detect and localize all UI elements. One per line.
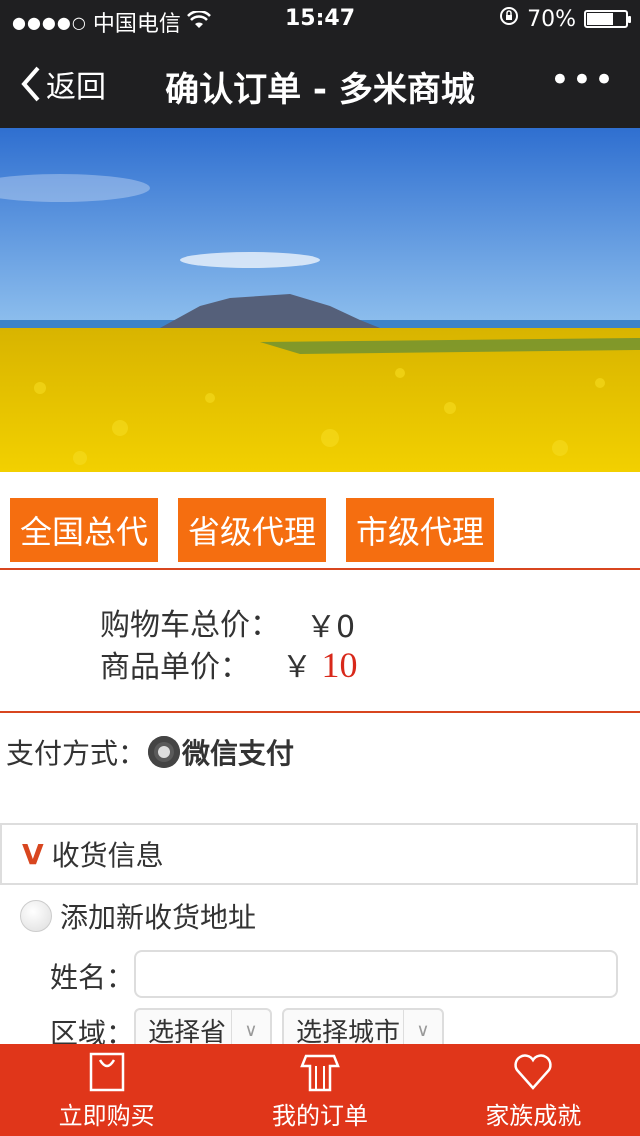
- province-select-label: 选择省: [148, 1017, 227, 1048]
- tab-family[interactable]: 家族成就: [427, 1044, 640, 1136]
- unit-price-label: 商品单价：: [100, 650, 250, 685]
- city-select-label: 选择城市: [296, 1017, 401, 1048]
- chevron-down-icon: V: [22, 837, 44, 871]
- banner-image: [0, 128, 640, 472]
- city-agent-button[interactable]: 市级代理: [346, 498, 494, 562]
- wechat-pay-radio[interactable]: [148, 736, 180, 768]
- agent-level-buttons: 全国总代 省级代理 市级代理: [10, 498, 494, 562]
- unit-price-row: 商品单价： ￥ 10: [100, 642, 358, 686]
- shipping-section-title: 收货信息: [51, 839, 164, 872]
- tab-my-orders-label: 我的订单: [271, 1101, 368, 1130]
- nav-bar: 返回 确认订单 - 多米商城 •••: [0, 40, 640, 128]
- cart-total-value: ￥0: [306, 610, 356, 645]
- cart-total-label: 购物车总价：: [100, 608, 280, 643]
- shirt-icon: [300, 1054, 340, 1091]
- page-title: 确认订单 - 多米商城: [165, 70, 475, 110]
- national-agent-button[interactable]: 全国总代: [10, 498, 158, 562]
- tab-family-label: 家族成就: [485, 1101, 582, 1130]
- tab-my-orders[interactable]: 我的订单: [213, 1044, 426, 1136]
- wechat-pay-label[interactable]: 微信支付: [182, 732, 294, 772]
- more-icon[interactable]: •••: [550, 60, 616, 100]
- tab-buy-now[interactable]: 立即购买: [0, 1044, 213, 1136]
- bottom-tab-bar: 立即购买 我的订单 家族成就: [0, 1044, 640, 1136]
- name-label: 姓名：: [50, 961, 135, 994]
- status-bar: ●●●●○ 中国电信 15:47 70%: [0, 0, 640, 40]
- shopping-bag-icon: [89, 1052, 124, 1091]
- rotation-lock-icon: [499, 6, 519, 32]
- payment-label: 支付方式：: [6, 737, 147, 770]
- divider: [0, 711, 640, 713]
- shipping-section-header[interactable]: V 收货信息: [0, 823, 638, 885]
- divider: [0, 568, 640, 570]
- unit-price-value: 10: [321, 645, 358, 685]
- currency-symbol: ￥: [282, 650, 312, 685]
- add-address-radio[interactable]: [20, 900, 52, 932]
- tab-buy-now-label: 立即购买: [58, 1101, 155, 1130]
- province-agent-button[interactable]: 省级代理: [178, 498, 326, 562]
- cart-total-row: 购物车总价： ￥0: [100, 600, 355, 645]
- battery-icon: [584, 10, 631, 28]
- name-field[interactable]: [134, 950, 618, 998]
- add-address-label[interactable]: 添加新收货地址: [60, 896, 256, 936]
- heart-icon: [514, 1053, 552, 1090]
- battery-percent: 70%: [527, 6, 576, 32]
